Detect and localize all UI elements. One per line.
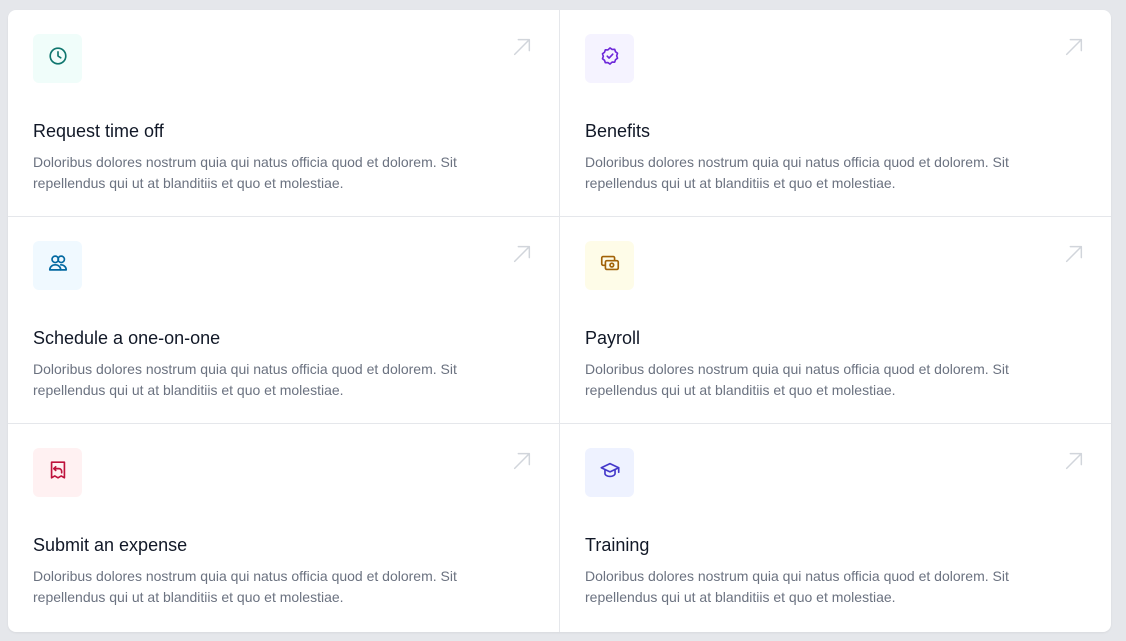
action-card-request-time-off[interactable]: Request time off Doloribus dolores nostr… bbox=[8, 10, 560, 217]
action-title[interactable]: Benefits bbox=[585, 119, 1086, 143]
banknotes-icon bbox=[599, 252, 621, 279]
action-card-benefits[interactable]: Benefits Doloribus dolores nostrum quia … bbox=[560, 10, 1111, 217]
action-title[interactable]: Payroll bbox=[585, 326, 1086, 350]
action-description: Doloribus dolores nostrum quia qui natus… bbox=[585, 361, 1009, 398]
arrow-up-right-icon bbox=[1063, 36, 1085, 58]
icon-tile bbox=[33, 448, 82, 497]
action-title[interactable]: Training bbox=[585, 533, 1086, 557]
action-card-payroll[interactable]: Payroll Doloribus dolores nostrum quia q… bbox=[560, 217, 1111, 424]
action-card-submit-expense[interactable]: Submit an expense Doloribus dolores nost… bbox=[8, 424, 560, 632]
arrow-up-right-icon bbox=[1063, 450, 1085, 472]
icon-tile bbox=[33, 34, 82, 83]
actions-panel: Request time off Doloribus dolores nostr… bbox=[8, 10, 1111, 632]
action-description: Doloribus dolores nostrum quia qui natus… bbox=[33, 568, 457, 605]
action-description: Doloribus dolores nostrum quia qui natus… bbox=[33, 154, 457, 191]
users-icon bbox=[47, 252, 69, 279]
arrow-up-right-icon bbox=[511, 36, 533, 58]
academic-cap-icon bbox=[599, 459, 621, 486]
arrow-up-right-icon bbox=[1063, 243, 1085, 265]
action-card-training[interactable]: Training Doloribus dolores nostrum quia … bbox=[560, 424, 1111, 632]
icon-tile bbox=[33, 241, 82, 290]
action-title[interactable]: Request time off bbox=[33, 119, 534, 143]
icon-tile bbox=[585, 241, 634, 290]
action-title[interactable]: Submit an expense bbox=[33, 533, 534, 557]
clock-icon bbox=[47, 45, 69, 72]
icon-tile bbox=[585, 34, 634, 83]
arrow-up-right-icon bbox=[511, 450, 533, 472]
receipt-refund-icon bbox=[47, 459, 69, 486]
action-title[interactable]: Schedule a one-on-one bbox=[33, 326, 534, 350]
action-description: Doloribus dolores nostrum quia qui natus… bbox=[33, 361, 457, 398]
check-badge-icon bbox=[599, 45, 621, 72]
action-description: Doloribus dolores nostrum quia qui natus… bbox=[585, 568, 1009, 605]
action-description: Doloribus dolores nostrum quia qui natus… bbox=[585, 154, 1009, 191]
arrow-up-right-icon bbox=[511, 243, 533, 265]
action-card-schedule-one-on-one[interactable]: Schedule a one-on-one Doloribus dolores … bbox=[8, 217, 560, 424]
icon-tile bbox=[585, 448, 634, 497]
